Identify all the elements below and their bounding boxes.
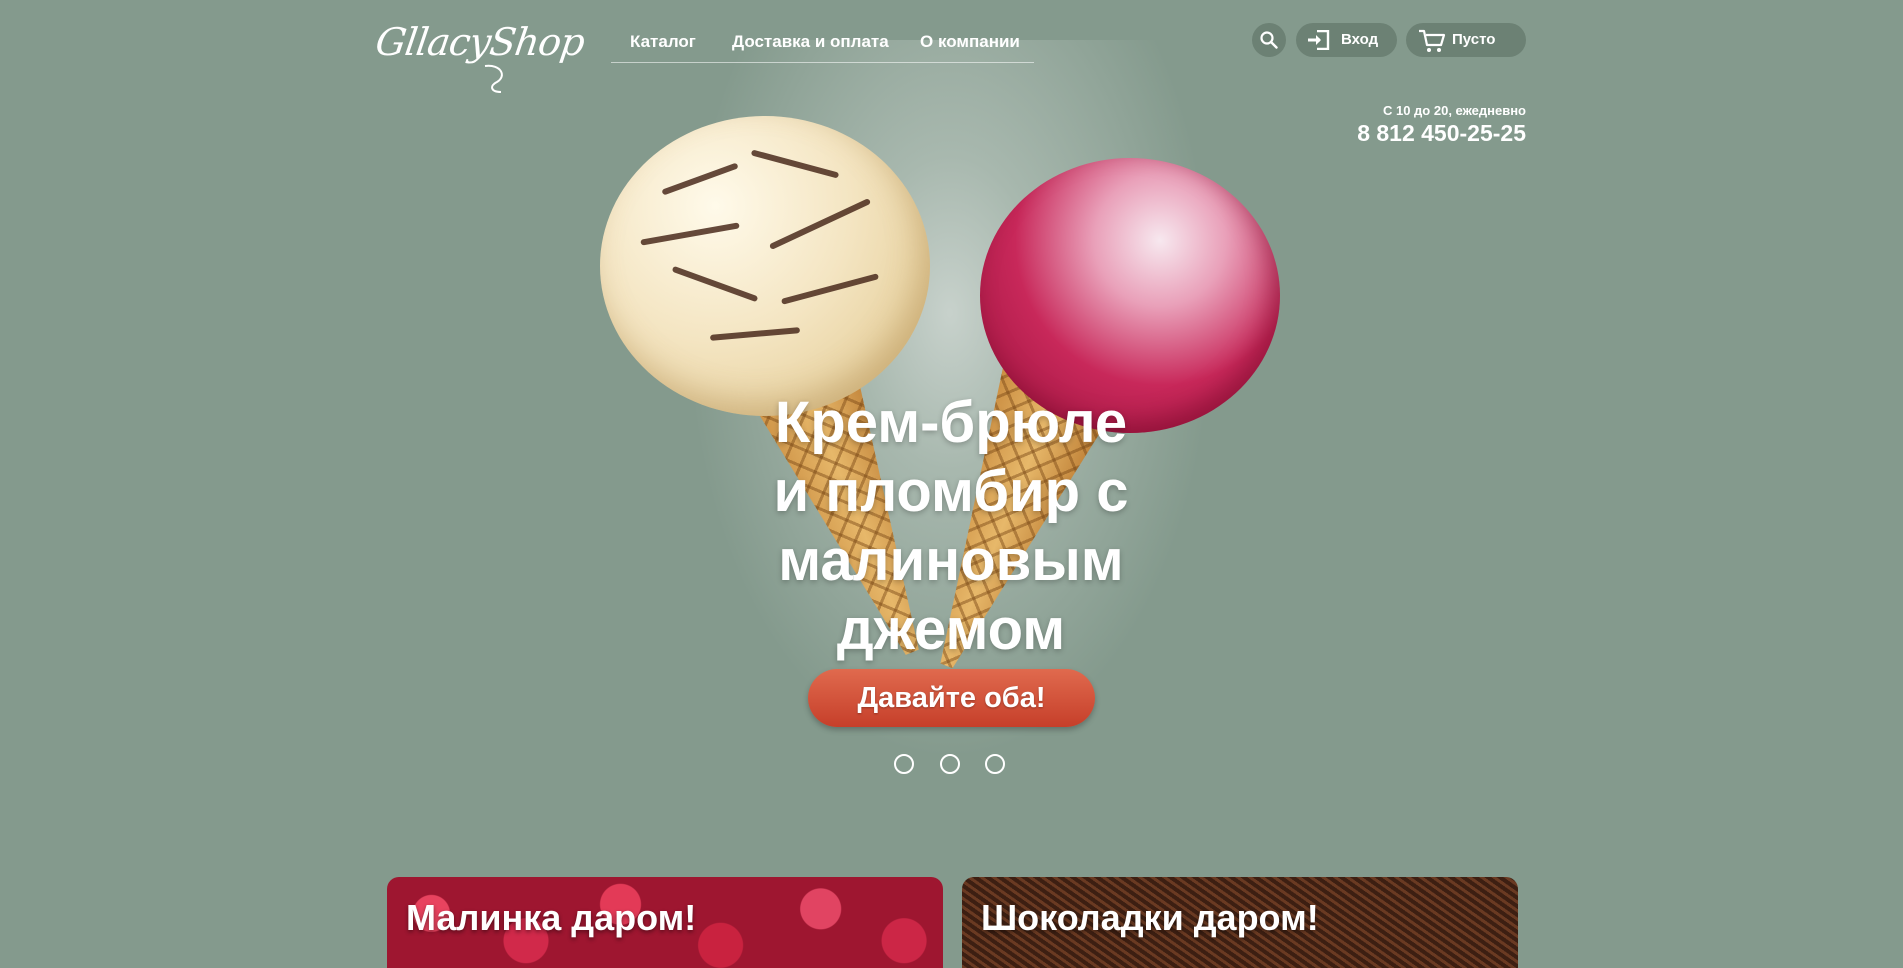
hero-title-line: и пломбир с — [773, 459, 1129, 524]
hero-title: Крем-брюле и пломбир с малиновым джемом — [701, 388, 1201, 664]
logo-swirl-icon — [484, 64, 503, 93]
cart-label: Пусто — [1452, 31, 1496, 48]
creme-brulee-scoop-image — [600, 116, 930, 416]
cart-button[interactable]: Пусто — [1406, 23, 1526, 57]
promo-card-chocolate[interactable]: Шоколадки даром! — [962, 877, 1518, 968]
nav-about-link[interactable]: О компании — [920, 32, 1020, 52]
hero-cta-button[interactable]: Давайте оба! — [808, 669, 1095, 727]
slider-dot-1[interactable] — [894, 754, 914, 774]
search-button[interactable] — [1252, 23, 1286, 57]
working-hours: С 10 до 20, ежедневно — [1382, 103, 1526, 118]
hero-title-line: малиновым — [778, 528, 1124, 593]
login-icon — [1308, 30, 1330, 50]
promo-card-title: Малинка даром! — [406, 897, 697, 938]
hero-title-line: Крем-брюле — [774, 390, 1128, 455]
cart-icon — [1419, 29, 1446, 52]
hero-title-line: джемом — [836, 597, 1066, 662]
slider-dot-2[interactable] — [940, 754, 960, 774]
nav-delivery-link[interactable]: Доставка и оплата — [732, 32, 889, 52]
slider-dot-3[interactable] — [985, 754, 1005, 774]
logo-text: GllacyShop — [372, 20, 587, 64]
logo[interactable]: GllacyShop — [372, 20, 587, 93]
promo-card-raspberry[interactable]: Малинка даром! — [387, 877, 943, 968]
phone-number[interactable]: 8 812 450-25-25 — [1357, 120, 1526, 147]
promo-card-title: Шоколадки даром! — [981, 897, 1319, 938]
nav-catalog-link[interactable]: Каталог — [630, 32, 696, 52]
search-icon — [1260, 31, 1278, 49]
login-button[interactable]: Вход — [1296, 23, 1397, 57]
login-label: Вход — [1341, 31, 1379, 48]
main-nav: Каталог Доставка и оплата О компании — [611, 24, 1034, 63]
